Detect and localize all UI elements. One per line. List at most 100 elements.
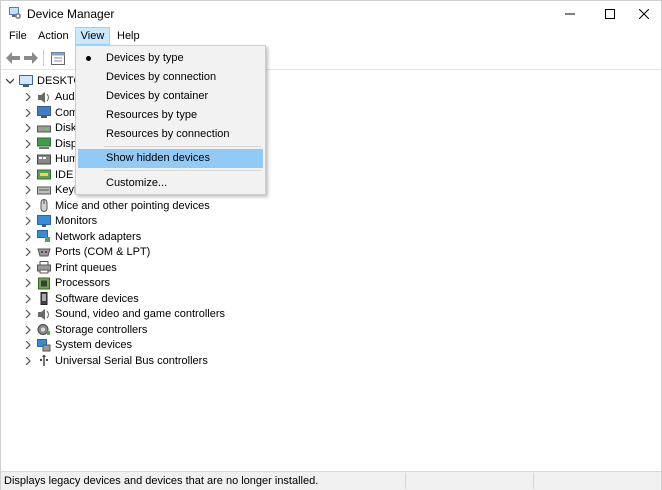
tree-item[interactable]: Processors: [23, 275, 110, 291]
usb-icon: [37, 354, 51, 367]
tree-item[interactable]: Sound, video and game controllers: [23, 306, 225, 322]
tree-item[interactable]: Universal Serial Bus controllers: [23, 353, 208, 369]
menu-view[interactable]: View: [75, 27, 110, 45]
monitor-icon: [37, 214, 51, 228]
forward-button[interactable]: [23, 50, 39, 66]
keyboard-icon: [37, 184, 51, 197]
chevron-right-icon[interactable]: [23, 170, 33, 180]
status-text: Displays legacy devices and devices that…: [4, 475, 319, 487]
tree-item[interactable]: Monitors: [23, 213, 97, 229]
chevron-down-icon[interactable]: [5, 76, 15, 86]
tree-item-label: Storage controllers: [55, 323, 148, 336]
properties-icon: [51, 51, 65, 65]
menu-item-label: Resources by type: [106, 109, 198, 121]
title-bar: Device Manager: [1, 1, 661, 27]
radio-bullet-icon: [86, 56, 91, 61]
menu-item-label: Customize...: [106, 177, 168, 189]
menu-item-customize[interactable]: Customize...: [78, 174, 263, 193]
system-device-icon: [37, 338, 51, 352]
tree-item-label: Sound, video and game controllers: [55, 308, 225, 320]
tree-item-label: Aud: [55, 91, 75, 103]
toolbar-separator: [43, 50, 44, 66]
menu-item-resources-by-type[interactable]: Resources by type: [78, 106, 263, 125]
tree-item-label: Print queues: [55, 261, 117, 274]
tree-item-label: Network adapters: [55, 230, 142, 243]
mouse-icon: [37, 199, 51, 212]
storage-controller-icon: [37, 323, 51, 336]
tree-item[interactable]: System devices: [23, 337, 132, 353]
tree-item-label: Processors: [55, 277, 111, 289]
display-adapter-icon: [37, 137, 51, 150]
tree-item[interactable]: Software devices: [23, 291, 139, 307]
chevron-right-icon[interactable]: [23, 325, 33, 335]
chevron-right-icon[interactable]: [23, 154, 33, 164]
status-divider: [405, 473, 406, 489]
tree-item-label: Mice and other pointing devices: [55, 199, 210, 212]
chevron-right-icon[interactable]: [23, 278, 33, 288]
chevron-right-icon[interactable]: [23, 92, 33, 102]
back-button[interactable]: [5, 50, 21, 66]
tree-item-label: Software devices: [55, 292, 139, 305]
menu-separator: [104, 170, 261, 171]
tree-item-label: Universal Serial Bus controllers: [55, 354, 208, 367]
chevron-right-icon[interactable]: [23, 232, 33, 242]
tree-item[interactable]: Com: [23, 105, 78, 121]
audio-icon: [37, 91, 51, 104]
tree-item-label: Ports (COM & LPT): [55, 246, 151, 258]
tree-item[interactable]: Storage controllers: [23, 322, 147, 338]
menu-item-show-hidden-devices[interactable]: Show hidden devices: [78, 149, 263, 168]
tree-item[interactable]: Aud: [23, 89, 75, 105]
chevron-right-icon[interactable]: [23, 139, 33, 149]
software-device-icon: [37, 292, 51, 305]
menu-item-label: Devices by type: [106, 52, 184, 64]
chevron-right-icon[interactable]: [23, 309, 33, 319]
menu-item-label: Devices by connection: [106, 71, 217, 83]
tree-item[interactable]: Network adapters: [23, 229, 141, 245]
tree-item-label: Disp: [55, 137, 78, 150]
tree-item[interactable]: Mice and other pointing devices: [23, 198, 210, 214]
status-divider: [533, 473, 534, 489]
disk-drive-icon: [37, 122, 51, 135]
tree-item[interactable]: Disp: [23, 136, 77, 152]
menu-item-label: Show hidden devices: [106, 152, 210, 164]
sound-icon: [37, 308, 51, 321]
close-button[interactable]: [621, 1, 662, 27]
tree-item[interactable]: Disk: [23, 120, 76, 136]
forward-arrow-icon: [24, 52, 38, 64]
chevron-right-icon[interactable]: [23, 340, 33, 350]
port-icon: [37, 246, 51, 259]
tree-item-label: Disk: [55, 122, 77, 134]
computer-icon: [19, 74, 33, 88]
chevron-right-icon[interactable]: [23, 185, 33, 195]
menu-item-label: Resources by connection: [106, 128, 230, 140]
chevron-right-icon[interactable]: [23, 123, 33, 133]
chevron-right-icon[interactable]: [23, 216, 33, 226]
properties-button[interactable]: [50, 50, 66, 66]
ide-icon: [37, 168, 51, 181]
menu-item-label: Devices by container: [106, 90, 209, 102]
tree-item-label: System devices: [55, 339, 133, 351]
menu-action[interactable]: Action: [34, 27, 73, 45]
network-icon: [37, 230, 51, 243]
menu-file[interactable]: File: [5, 27, 31, 45]
tree-item[interactable]: Print queues: [23, 260, 117, 276]
chevron-right-icon[interactable]: [23, 108, 33, 118]
status-bar: Displays legacy devices and devices that…: [1, 471, 661, 490]
chevron-right-icon[interactable]: [23, 247, 33, 257]
chevron-right-icon[interactable]: [23, 294, 33, 304]
tree-root[interactable]: DESKTO: [5, 73, 82, 89]
menu-item-devices-by-connection[interactable]: Devices by connection: [78, 68, 263, 87]
tree-item[interactable]: Hum: [23, 151, 78, 167]
chevron-right-icon[interactable]: [23, 356, 33, 366]
menu-help[interactable]: Help: [113, 27, 144, 45]
view-menu-dropdown: Devices by type Devices by connection De…: [75, 45, 266, 195]
tree-item[interactable]: Keyb: [23, 182, 80, 198]
chevron-right-icon[interactable]: [23, 201, 33, 211]
menu-item-resources-by-connection[interactable]: Resources by connection: [78, 125, 263, 144]
minimize-icon: [565, 13, 575, 15]
window-title: Device Manager: [27, 7, 115, 21]
menu-item-devices-by-type[interactable]: Devices by type: [78, 49, 263, 68]
menu-item-devices-by-container[interactable]: Devices by container: [78, 87, 263, 106]
chevron-right-icon[interactable]: [23, 263, 33, 273]
tree-item[interactable]: Ports (COM & LPT): [23, 244, 150, 260]
